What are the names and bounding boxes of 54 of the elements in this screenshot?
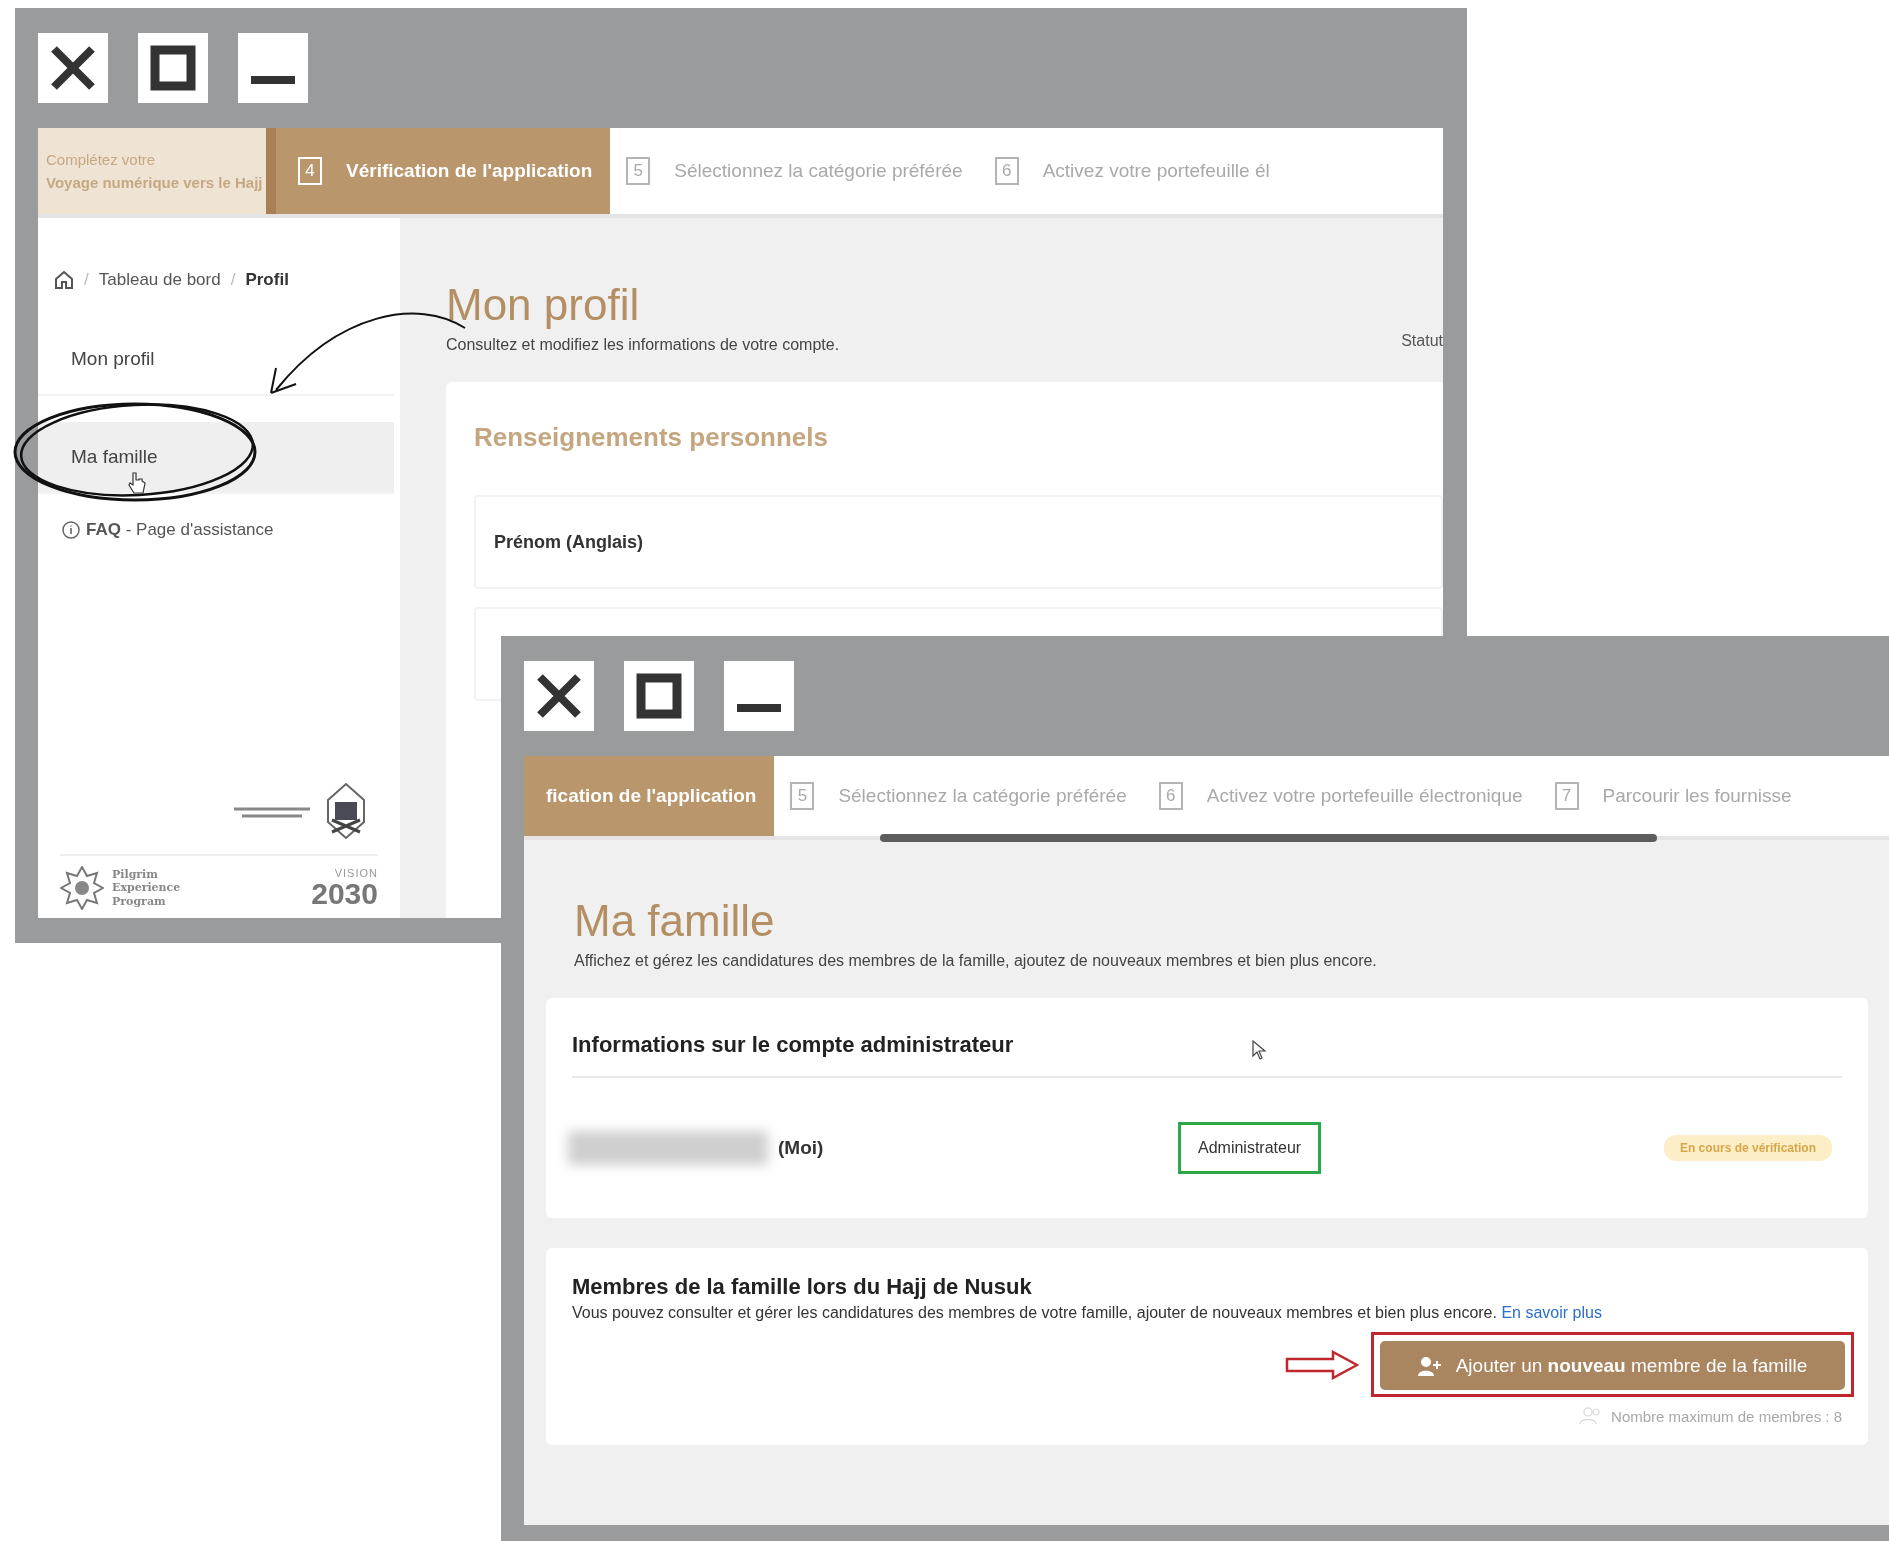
minimize-icon bbox=[737, 704, 781, 712]
card-description: Vous pouvez consulter et gérer les candidatures des membres de votre famille, ajouter de nouveaux membres et bien plus encore. En savoir plus bbox=[572, 1304, 1603, 1322]
field-label: Prénom (Anglais) bbox=[494, 531, 644, 553]
maximize-button[interactable] bbox=[138, 33, 208, 103]
add-user-icon bbox=[1417, 1355, 1442, 1376]
step-tab[interactable]: 5 Sélectionnez la catégorie préférée bbox=[610, 128, 979, 214]
add-member-button[interactable]: Ajouter un nouveau membre de la famille bbox=[1380, 1341, 1845, 1390]
help-link[interactable]: FAQ - Page d'assistance bbox=[38, 520, 400, 540]
arrow-cursor-icon bbox=[1252, 1040, 1266, 1060]
step-tab[interactable]: fication de l'application bbox=[524, 756, 775, 836]
pointer-cursor-icon bbox=[128, 471, 146, 495]
page-subtitle: Affichez et gérez les candidatures des membres de la famille, ajoutez de nouveaux membres et bien plus encore. bbox=[574, 952, 1378, 970]
role-label: Administrateur bbox=[1178, 1122, 1322, 1174]
page-title: Mon profil bbox=[446, 280, 641, 330]
status-label: Statut bbox=[1401, 332, 1443, 350]
page-subtitle: Consultez et modifiez les informations de votre compte. bbox=[446, 336, 840, 354]
close-button[interactable] bbox=[524, 661, 594, 731]
journey-caption: Complétez votre bbox=[46, 151, 157, 168]
program-name: Pilgrim Experience Program bbox=[112, 868, 182, 908]
star-emblem-icon bbox=[60, 866, 104, 910]
breadcrumb-separator: / bbox=[84, 270, 89, 290]
close-icon bbox=[535, 672, 583, 720]
maximize-button[interactable] bbox=[624, 661, 694, 731]
help-link-text[interactable]: FAQ - Page d'assistance bbox=[86, 520, 274, 540]
close-button[interactable] bbox=[38, 33, 108, 103]
step-tab[interactable]: 5 Sélectionnez la catégorie préférée bbox=[774, 756, 1143, 836]
breadcrumb-link[interactable]: Tableau de bord bbox=[98, 270, 221, 290]
breadcrumb-link[interactable]: Profil bbox=[245, 270, 289, 290]
member-name: (Moi) bbox=[778, 1137, 825, 1159]
minimize-icon bbox=[251, 76, 295, 84]
step-tab[interactable]: 6 Activez votre portefeuille électronique bbox=[1142, 756, 1539, 836]
status-pill: En cours de vérification bbox=[1663, 1135, 1832, 1161]
section-title: Renseignements personnels bbox=[473, 421, 829, 453]
page-title: Ma famille bbox=[574, 896, 776, 946]
sidebar-item[interactable]: Ma famille bbox=[38, 422, 394, 494]
close-icon bbox=[49, 44, 97, 92]
maximize-icon bbox=[636, 673, 682, 719]
card-title: Informations sur le compte administrateur bbox=[572, 998, 1842, 1078]
scrollbar-thumb[interactable] bbox=[880, 834, 1657, 842]
step-tab[interactable]: 4 Vérification de l'application bbox=[276, 128, 611, 214]
vision-year: 2030 bbox=[311, 879, 378, 909]
step-tab[interactable]: 6 Activez votre portefeuille él bbox=[978, 128, 1286, 214]
step-tab[interactable]: 7 Parcourir les fournisse bbox=[1538, 756, 1808, 836]
learn-more-link[interactable]: En savoir plus bbox=[1501, 1304, 1602, 1321]
card-title: Membres de la famille lors du Hajj de Nusuk bbox=[572, 1274, 1033, 1300]
home-icon[interactable] bbox=[54, 270, 74, 290]
minimize-button[interactable] bbox=[724, 661, 794, 731]
ministry-logo-drawing bbox=[324, 782, 368, 840]
minimize-button[interactable] bbox=[238, 33, 308, 103]
max-members-note: Nombre maximum de membres : 8 bbox=[1611, 1407, 1842, 1425]
vision-label: VISION bbox=[334, 867, 378, 879]
breadcrumb-separator: / bbox=[230, 270, 236, 290]
maximize-icon bbox=[150, 45, 196, 91]
info-icon bbox=[62, 521, 80, 539]
